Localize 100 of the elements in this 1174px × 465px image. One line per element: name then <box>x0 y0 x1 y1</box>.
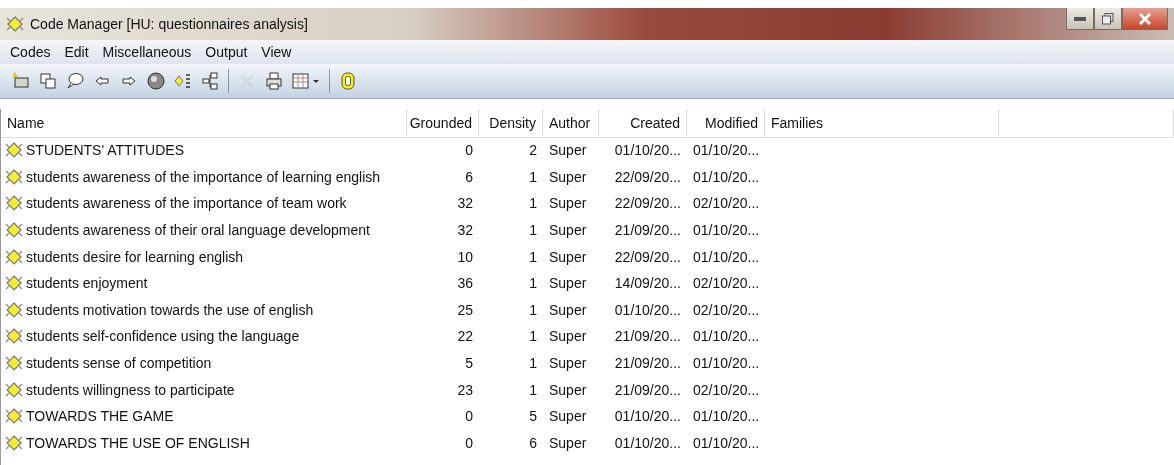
code-name: students awareness of the importance of team work <box>26 195 347 212</box>
speech-bubble-icon[interactable] <box>66 72 84 90</box>
table-cell-text: 01/10/20... <box>613 408 682 425</box>
table-cell-text: Super <box>548 142 588 159</box>
code-icon <box>5 275 23 292</box>
table-dropdown-icon[interactable] <box>292 72 320 90</box>
table-cell-text: 5 <box>528 408 538 425</box>
table-cell-text: 1 <box>528 168 538 185</box>
menu-item[interactable]: View <box>261 44 292 60</box>
table-cell-text: 1 <box>528 195 538 212</box>
column-header[interactable]: Grounded <box>407 109 479 138</box>
minimize-icon <box>1074 16 1086 21</box>
table-cell-text: Super <box>548 275 588 292</box>
column-header[interactable]: Modified <box>687 109 765 138</box>
code-icon <box>5 301 23 318</box>
table-cell-text: 01/10/20... <box>692 408 761 425</box>
table-cell-text: 01/10/20... <box>613 142 682 159</box>
table-cell-text: 01/10/20... <box>613 301 682 318</box>
column-header[interactable]: Density <box>479 109 543 138</box>
table-cell-text: 21/09/20... <box>613 328 682 345</box>
column-header[interactable]: Created <box>599 109 687 138</box>
minimize-button[interactable] <box>1066 8 1094 30</box>
table-cell-text: Super <box>548 168 588 185</box>
table-cell-text: 14/09/20... <box>613 275 682 292</box>
table-cell-text: 22/09/20... <box>613 248 682 265</box>
code-icon <box>5 434 23 451</box>
code-icon <box>5 168 23 185</box>
table-cell-text: 02/10/20... <box>692 301 761 318</box>
table-cell-text: 1 <box>528 222 538 239</box>
code-icon <box>5 195 23 212</box>
table-cell-text: 6 <box>528 434 538 451</box>
menu-item[interactable]: Miscellaneous <box>102 44 192 60</box>
table-cell-text: 6 <box>464 168 474 185</box>
table-cell-text: 01/10/20... <box>692 168 761 185</box>
table-cell-text: 01/10/20... <box>692 328 761 345</box>
restore-button[interactable] <box>1094 8 1122 30</box>
table-cell-text: 01/10/20... <box>692 248 761 265</box>
code-name: students self-confidence using the language <box>26 328 300 345</box>
table-cell-text: 2 <box>528 142 538 159</box>
table-cell-text: 22/09/20... <box>613 195 682 212</box>
window-title: Code Manager [HU: questionnaires analysis] <box>30 16 309 32</box>
menu-item[interactable]: Codes <box>10 44 51 60</box>
table-cell-text: 21/09/20... <box>613 381 682 398</box>
column-header[interactable]: Families <box>765 109 999 138</box>
code-name: students sense of competition <box>26 355 212 372</box>
restore-icon <box>1102 12 1114 25</box>
table-cell-text: 1 <box>528 355 538 372</box>
code-icon <box>5 328 23 345</box>
code-name: students desire for learning english <box>26 248 244 265</box>
sphere-icon[interactable] <box>147 72 165 90</box>
menu-item[interactable]: Output <box>205 44 248 60</box>
code-name: students motivation towards the use of english <box>26 301 314 318</box>
diamond-list-icon[interactable] <box>174 72 192 90</box>
table-cell-text: 23 <box>456 381 474 398</box>
table-cell-text: 0 <box>464 408 474 425</box>
menu-item[interactable]: Edit <box>64 44 89 60</box>
table-cell-text: 0 <box>464 434 474 451</box>
table-cell-text: 02/10/20... <box>692 195 761 212</box>
tree-icon[interactable] <box>201 72 219 90</box>
table-cell-text: Super <box>548 301 588 318</box>
code-name: TOWARDS THE USE OF ENGLISH <box>26 434 250 451</box>
table-cell-text: Super <box>548 381 588 398</box>
code-name: students awareness of their oral language development <box>26 222 370 239</box>
table-cell-text: 01/10/20... <box>692 434 761 451</box>
table-cell-text: Super <box>548 248 588 265</box>
code-name: TOWARDS THE GAME <box>26 408 174 425</box>
code-icon <box>5 408 23 425</box>
code-icon <box>5 142 23 159</box>
code-name: STUDENTS' ATTITUDES <box>26 142 184 159</box>
table-cell-text: 1 <box>528 301 538 318</box>
table-cell-text: 21/09/20... <box>613 222 682 239</box>
table-cell-text: 0 <box>464 142 474 159</box>
table-cell-text: 32 <box>456 222 474 239</box>
close-button[interactable] <box>1122 8 1168 30</box>
table-cell-text: Super <box>548 408 588 425</box>
print-icon[interactable] <box>265 72 283 90</box>
table-cell-text: 02/10/20... <box>692 381 761 398</box>
table-cell-text: 5 <box>464 355 474 372</box>
table-cell-text: 36 <box>456 275 474 292</box>
table-cell-text: Super <box>548 328 588 345</box>
code-icon <box>5 248 23 265</box>
copy-icon[interactable] <box>39 72 57 90</box>
code-name: students awareness of the importance of learning english <box>26 168 381 185</box>
new-code-icon[interactable] <box>12 72 30 90</box>
table-cell-text: 21/09/20... <box>613 355 682 372</box>
table-cell-text: 32 <box>456 195 474 212</box>
table-cell-text: 1 <box>528 381 538 398</box>
table-cell-text: 1 <box>528 275 538 292</box>
ring-icon[interactable] <box>339 72 357 90</box>
table-cell-text: Super <box>548 355 588 372</box>
code-icon <box>6 16 24 32</box>
close-icon <box>1139 12 1151 25</box>
column-header[interactable]: Author <box>543 109 599 138</box>
column-header[interactable]: Name <box>1 109 407 138</box>
table-cell-text: Super <box>548 222 588 239</box>
table-cell-text: 22 <box>456 328 474 345</box>
table-cell-text: 01/10/20... <box>692 142 761 159</box>
code-name: students enjoyment <box>26 275 148 292</box>
table-cell-text: Super <box>548 195 588 212</box>
table-cell-text: 01/10/20... <box>613 434 682 451</box>
